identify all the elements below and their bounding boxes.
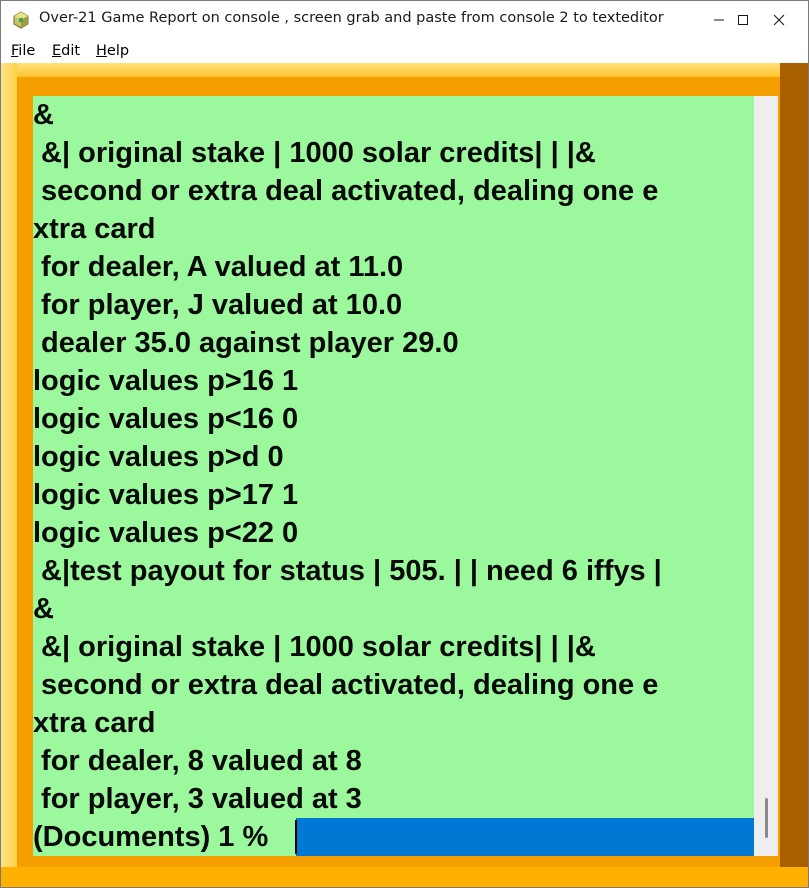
maximize-icon: [738, 15, 748, 25]
menu-help-accel: H: [96, 43, 107, 59]
console-line: for dealer, A valued at 11.0: [33, 251, 404, 283]
console-line: for player, J valued at 10.0: [33, 289, 403, 321]
app-window: Over-21 Game Report on console , screen …: [0, 0, 809, 888]
menu-edit-accel: E: [52, 43, 62, 59]
frame-bevel-left: [1, 63, 17, 887]
console-line: logic values p>16 1: [33, 365, 299, 397]
frame-bevel-bottom: [1, 867, 808, 887]
close-icon: [773, 14, 785, 26]
console-line: &| original stake | 1000 solar credits| …: [33, 137, 596, 169]
console-line: logic values p>d 0: [33, 441, 284, 473]
menu-file-label: ile: [18, 43, 36, 59]
console-line: &: [33, 99, 54, 131]
close-button[interactable]: [756, 1, 802, 39]
console-line: &| original stake | 1000 solar credits| …: [33, 631, 596, 663]
frame-bevel-right: [780, 63, 808, 887]
frame-bevel-top: [1, 63, 808, 77]
console-line: &: [33, 593, 54, 625]
console-line: for player, 3 valued at 3: [33, 783, 362, 815]
console-line: xtra card: [33, 707, 156, 739]
console-line: for dealer, 8 valued at 8: [33, 745, 362, 777]
console-line: (Documents) 1 %: [33, 821, 269, 853]
console-line: dealer 35.0 against player 29.0: [33, 327, 459, 359]
console-line: &|test payout for status | 505. | | need…: [33, 555, 662, 587]
console-line: xtra card: [33, 213, 156, 245]
menu-help[interactable]: Help: [96, 43, 129, 59]
selection-highlight: [296, 818, 754, 856]
console-line: logic values p>17 1: [33, 479, 299, 511]
console-line: second or extra deal activated, dealing …: [33, 175, 659, 207]
menu-edit-label: dit: [61, 43, 81, 59]
menu-help-label: elp: [106, 43, 130, 59]
menu-edit[interactable]: Edit: [52, 43, 80, 59]
console-line: logic values p<22 0: [33, 517, 299, 549]
console-text-area[interactable]: & &| original stake | 1000 solar credits…: [33, 96, 754, 856]
console-line: second or extra deal activated, dealing …: [33, 669, 659, 701]
cube-app-icon: [13, 11, 29, 29]
window-title: Over-21 Game Report on console , screen …: [39, 10, 664, 26]
scrollbar-thumb[interactable]: [765, 798, 768, 838]
menu-bar: File Edit Help: [1, 39, 808, 63]
console-line: logic values p<16 0: [33, 403, 299, 435]
vertical-scrollbar[interactable]: [754, 96, 778, 856]
menu-file[interactable]: File: [11, 43, 35, 59]
text-caret: [295, 820, 297, 854]
title-bar[interactable]: Over-21 Game Report on console , screen …: [1, 1, 808, 39]
